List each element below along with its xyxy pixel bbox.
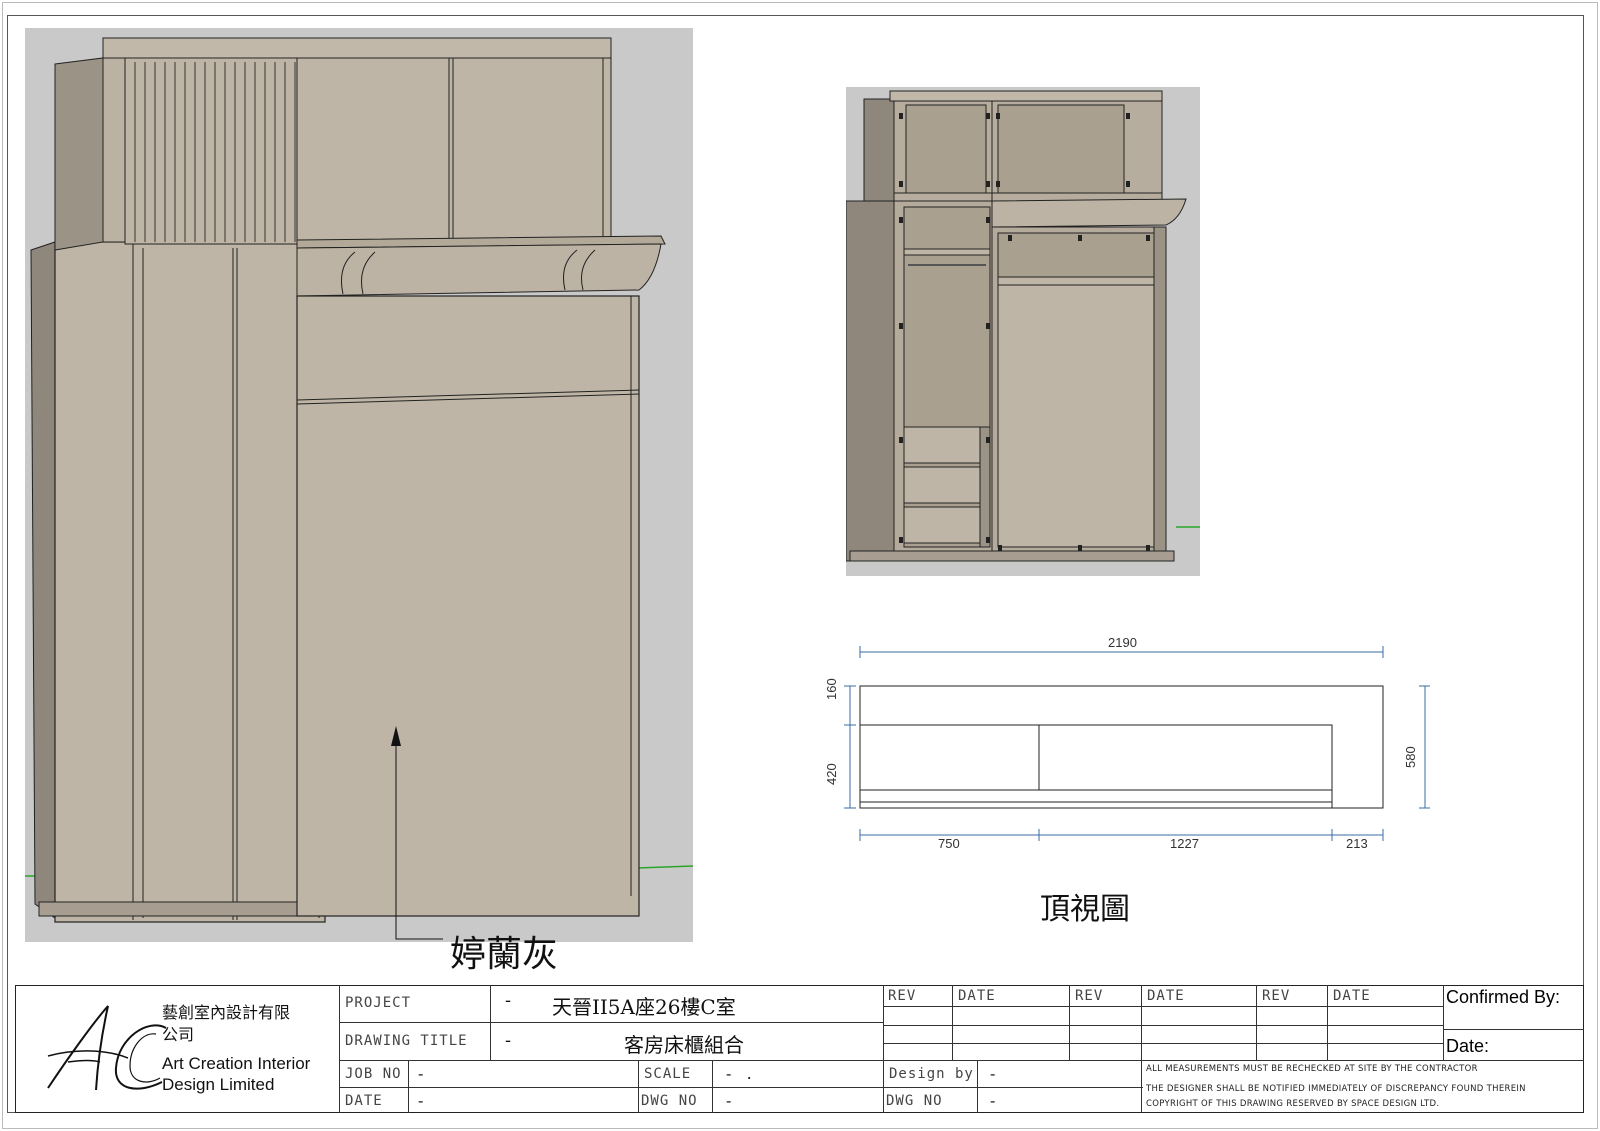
open-cabinet-render: [846, 87, 1200, 576]
top-view-drawing: [844, 646, 1430, 841]
closed-cabinet-render: [25, 28, 693, 942]
job-no-value: -: [418, 1064, 424, 1083]
note-3: COPYRIGHT OF THIS DRAWING RESERVED BY SP…: [1146, 1099, 1440, 1109]
leader-line: [395, 926, 443, 940]
scale-value: - .: [726, 1064, 752, 1083]
scale-label: SCALE: [644, 1066, 692, 1082]
dim-seg-right: 213: [1346, 836, 1368, 851]
rev-header-1: REV: [888, 988, 917, 1004]
company-name-cn-line2: 公司: [162, 1025, 195, 1044]
drawing-title-value: 客房床櫃組合: [624, 1033, 744, 1057]
date-value: -: [418, 1091, 424, 1110]
dim-seg-left: 750: [938, 836, 960, 851]
note-1: ALL MEASUREMENTS MUST BE RECHECKED AT SI…: [1146, 1064, 1478, 1074]
project-dash: -: [505, 990, 512, 1011]
design-by-value: -: [990, 1064, 996, 1083]
project-label: PROJECT: [345, 995, 412, 1011]
dwg-no-label: DWG NO: [641, 1093, 698, 1109]
design-by-label: Design by: [889, 1066, 974, 1082]
dwg-no-value: -: [726, 1091, 732, 1110]
ac-logo: [47, 1005, 167, 1091]
company-name-en-line1: Art Creation Interior: [162, 1054, 311, 1073]
rev-header-2: REV: [1075, 988, 1104, 1004]
date-sign-label: Date:: [1446, 1036, 1490, 1056]
drawing-title-dash: -: [505, 1030, 512, 1051]
rev-date-header-2: DATE: [1147, 988, 1185, 1004]
project-value: 天晉II5A座26樓C室: [552, 995, 736, 1019]
finish-label: 婷蘭灰: [450, 934, 559, 975]
confirmed-by-label: Confirmed By:: [1446, 987, 1561, 1007]
drawing-title-label: DRAWING TITLE: [345, 1033, 468, 1049]
rev-header-3: REV: [1262, 988, 1291, 1004]
company-name-cn-line1: 藝創室內設計有限: [162, 1003, 291, 1022]
dim-depth-mid: 420: [824, 763, 839, 785]
company-name-en-line2: Design Limited: [162, 1075, 275, 1094]
dwg-no2-value: -: [990, 1091, 996, 1110]
dim-overall-width: 2190: [1108, 635, 1137, 650]
rev-date-header-1: DATE: [958, 988, 996, 1004]
date-label: DATE: [345, 1093, 383, 1109]
rev-date-header-3: DATE: [1333, 988, 1371, 1004]
dwg-no2-label: DWG NO: [886, 1093, 943, 1109]
job-no-label: JOB NO: [345, 1066, 402, 1082]
note-2: THE DESIGNER SHALL BE NOTIFIED IMMEDIATE…: [1146, 1084, 1526, 1094]
dim-depth-top: 160: [824, 678, 839, 700]
dim-seg-mid: 1227: [1170, 836, 1199, 851]
top-view-label: 頂視圖: [1040, 892, 1130, 927]
dim-overall-depth: 580: [1403, 746, 1418, 768]
